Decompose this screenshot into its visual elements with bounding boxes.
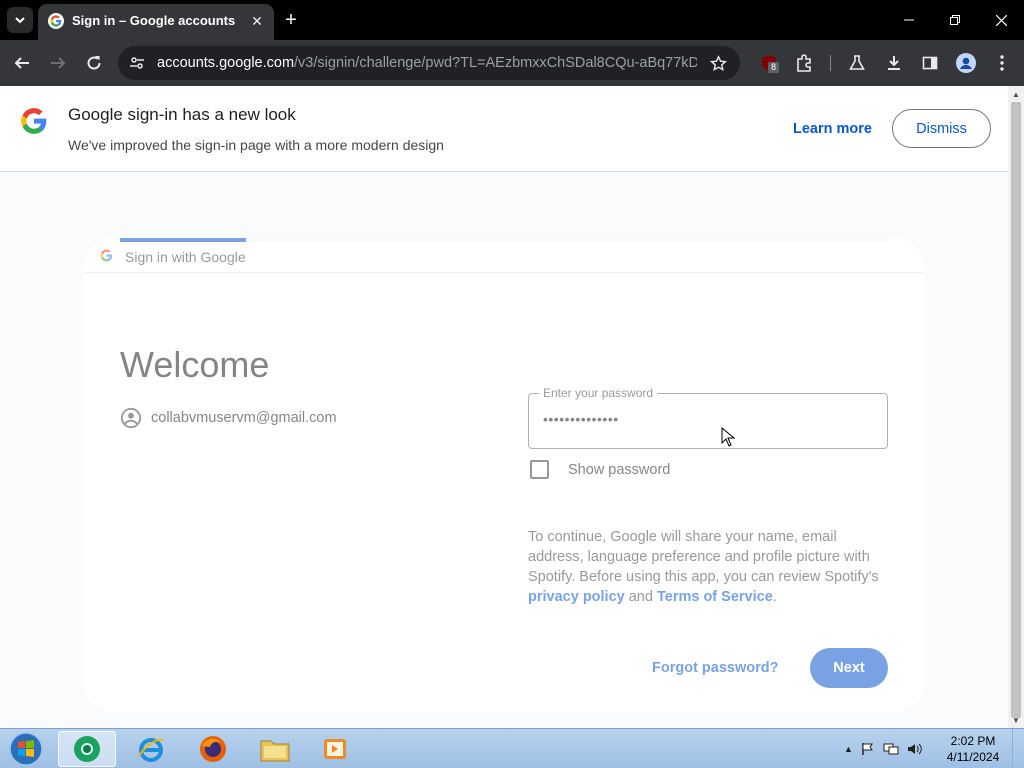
show-desktop-button[interactable] (1012, 729, 1024, 768)
download-icon[interactable] (883, 52, 905, 74)
internet-explorer-icon (138, 738, 164, 762)
google-g-small-icon (100, 249, 113, 267)
terms-of-service-link[interactable]: Terms of Service (657, 589, 773, 605)
windows-start-orb-icon (9, 732, 43, 766)
url-text[interactable]: accounts.google.com/v3/signin/challenge/… (157, 55, 697, 71)
forward-arrow-icon (51, 57, 66, 69)
start-button[interactable] (4, 731, 48, 767)
close-tab-icon[interactable]: ✕ (248, 12, 266, 30)
action-center-flag-icon[interactable] (861, 742, 875, 756)
tab-search-button[interactable] (7, 7, 33, 33)
privacy-policy-link[interactable]: privacy policy (528, 589, 625, 605)
labs-flask-icon[interactable] (846, 52, 868, 74)
url-path: /v3/signin/challenge/pwd?TL=AEzbmxxChSDa… (294, 55, 697, 71)
show-password-checkbox[interactable] (530, 460, 549, 479)
consent-body: To continue, Google will share your name… (528, 529, 879, 585)
clock-date: 4/11/2024 (946, 750, 1000, 764)
reload-icon (87, 56, 101, 70)
banner-title: Google sign-in has a new look (68, 105, 296, 124)
tab-title: Sign in – Google accounts (72, 13, 236, 28)
account-chip[interactable]: collabvmuservm@gmail.com (120, 406, 337, 430)
progress-bar (120, 238, 888, 242)
site-info-icon[interactable] (126, 52, 148, 74)
consent-period: . (772, 589, 777, 605)
minimize-icon (904, 19, 914, 21)
system-tray: ▲ (844, 739, 923, 759)
media-player-icon (324, 739, 346, 759)
close-icon (995, 14, 1007, 26)
learn-more-link[interactable]: Learn more (793, 121, 872, 137)
address-bar[interactable]: accounts.google.com/v3/signin/challenge/… (118, 46, 740, 80)
signin-brand-text: Sign in with Google (125, 249, 246, 265)
firefox-icon (200, 736, 226, 762)
scroll-up-arrow-icon[interactable]: ▲ (1008, 88, 1024, 102)
account-circle-icon (120, 407, 142, 429)
forward-button[interactable] (47, 52, 69, 74)
taskbar-media-player-app[interactable] (306, 731, 364, 767)
chrome-app-icon (74, 736, 100, 762)
close-window-button[interactable] (978, 0, 1024, 40)
taskbar-ie-app[interactable] (122, 731, 180, 767)
page-scrollbar[interactable]: ▲ ▼ (1008, 86, 1024, 728)
scrollbar-thumb[interactable] (1011, 102, 1021, 718)
bookmark-star-icon[interactable] (707, 52, 729, 74)
toolbar-divider (830, 55, 831, 71)
password-field[interactable]: Enter your password •••••••••••••• (528, 386, 888, 449)
dismiss-button[interactable]: Dismiss (892, 109, 991, 148)
new-look-banner: Google sign-in has a new look We've impr… (0, 86, 1008, 172)
tab-active[interactable]: Sign in – Google accounts ✕ (38, 4, 274, 40)
forgot-password-link[interactable]: Forgot password? (652, 660, 778, 676)
show-password-label[interactable]: Show password (568, 462, 670, 478)
taskbar-clock[interactable]: 2:02 PM 4/11/2024 (940, 733, 1006, 765)
side-panel-icon[interactable] (919, 52, 941, 74)
restore-icon (950, 15, 960, 25)
password-input[interactable]: •••••••••••••• (543, 411, 619, 427)
minimize-button[interactable] (886, 0, 932, 40)
card-header-divider (84, 272, 924, 273)
mouse-cursor-icon (721, 427, 735, 447)
clock-time: 2:02 PM (950, 734, 996, 748)
show-hidden-icons-icon[interactable]: ▲ (844, 744, 853, 754)
consent-text: To continue, Google will share your name… (528, 527, 888, 607)
ublock-extension-icon[interactable]: 8 (758, 52, 780, 74)
more-menu-icon[interactable] (991, 52, 1013, 74)
scroll-down-arrow-icon[interactable]: ▼ (1008, 714, 1024, 728)
google-favicon-icon (48, 13, 64, 29)
reload-button[interactable] (83, 52, 105, 74)
back-arrow-icon (14, 57, 29, 69)
banner-subtitle: We've improved the sign-in page with a m… (68, 137, 444, 153)
progress-bar-fill (120, 238, 246, 242)
account-email: collabvmuservm@gmail.com (151, 410, 337, 426)
taskbar-firefox-app[interactable] (184, 731, 242, 767)
profile-avatar-icon[interactable] (955, 52, 977, 74)
tab-strip: Sign in – Google accounts ✕ + (0, 0, 1024, 40)
consent-and: and (624, 589, 657, 605)
extensions-puzzle-icon[interactable] (793, 52, 815, 74)
signin-card: Sign in with Google Welcome collabvmuser… (84, 238, 924, 712)
browser-toolbar: accounts.google.com/v3/signin/challenge/… (0, 40, 1024, 86)
show-password-toggle[interactable]: Show password (530, 460, 670, 479)
page-title: Welcome (120, 344, 270, 385)
taskbar-explorer-app[interactable] (246, 731, 304, 767)
volume-icon[interactable] (907, 742, 923, 756)
google-g-logo-icon (20, 107, 48, 140)
chevron-down-icon (15, 17, 25, 24)
new-tab-button[interactable]: + (280, 9, 302, 31)
next-button[interactable]: Next (810, 648, 888, 688)
network-icon[interactable] (883, 742, 899, 756)
back-button[interactable] (11, 52, 33, 74)
extension-badge: 8 (768, 62, 780, 73)
restore-button[interactable] (932, 0, 978, 40)
taskbar-chrome-app[interactable] (58, 731, 116, 767)
password-label: Enter your password (539, 386, 658, 400)
windows-taskbar: ▲ 2:02 PM 4/11/2024 (0, 728, 1024, 768)
folder-icon (260, 740, 290, 762)
url-host: accounts.google.com (157, 55, 295, 71)
